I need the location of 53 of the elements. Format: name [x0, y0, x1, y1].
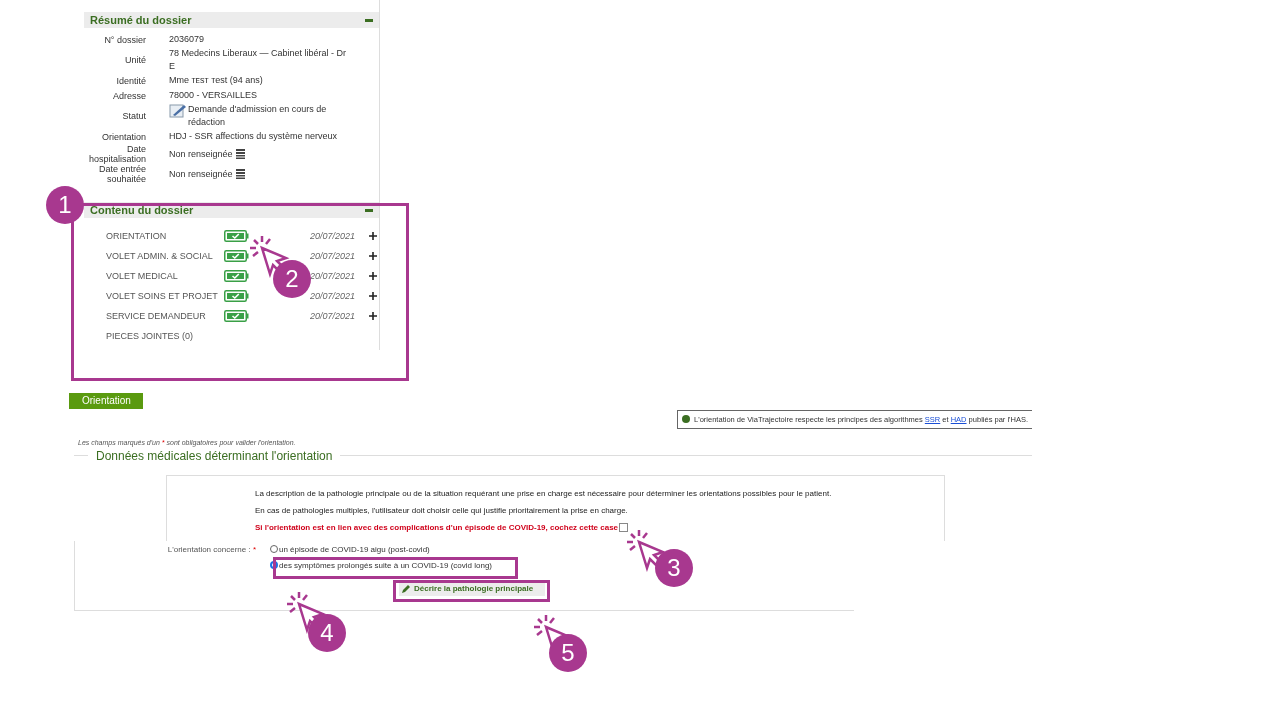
calendar-icon[interactable]	[235, 169, 245, 180]
collapse-icon[interactable]	[365, 208, 373, 212]
field-value: Non renseignée	[169, 148, 233, 159]
pencil-icon	[402, 584, 411, 593]
step-number: 4	[308, 614, 346, 652]
calendar-icon[interactable]	[235, 149, 245, 160]
step-number: 5	[549, 634, 587, 672]
document-pen-icon	[169, 103, 187, 119]
section-heading: Données médicales déterminant l'orientation	[95, 448, 334, 463]
field-value: Demande d'admission en cours de rédaction	[188, 103, 328, 129]
field-label: Date entrée souhaitée	[97, 164, 146, 184]
field-label: Orientation	[100, 131, 146, 142]
step-number: 1	[46, 186, 84, 224]
section-title: Contenu du dossier	[90, 204, 194, 216]
plus-icon[interactable]	[369, 312, 377, 320]
question-label: L'orientation concerne : *	[166, 544, 257, 556]
field-label: Adresse	[111, 90, 146, 101]
step-number: 2	[273, 260, 311, 298]
field-value: 2036079	[169, 34, 205, 44]
field-label: N° dossier	[103, 34, 146, 45]
collapse-icon[interactable]	[365, 18, 373, 22]
step-number: 3	[655, 549, 693, 587]
plus-icon[interactable]	[369, 252, 377, 260]
date-text: 20/07/2021	[309, 271, 355, 281]
date-text: 20/07/2021	[309, 291, 355, 301]
plus-icon[interactable]	[369, 232, 377, 240]
section-link[interactable]: VOLET MEDICAL	[106, 271, 224, 281]
plus-icon[interactable]	[369, 272, 377, 280]
section-link[interactable]: VOLET ADMIN. & SOCIAL	[106, 251, 224, 261]
section-title: Résumé du dossier	[90, 14, 192, 26]
covid-prompt: Si l'orientation est en lien avec des complications d'un épisode de COVID-19, cochez cette case	[255, 522, 619, 532]
plus-icon[interactable]	[369, 292, 377, 300]
date-text: 20/07/2021	[309, 311, 355, 321]
field-label: Unité	[124, 55, 146, 65]
section-link[interactable]: ORIENTATION	[106, 231, 224, 241]
section-link[interactable]: VOLET SOINS ET PROJET	[106, 291, 224, 301]
info-icon	[682, 415, 691, 423]
field-label: Identité	[115, 75, 146, 86]
section-link[interactable]: PIECES JOINTES (0)	[106, 331, 224, 341]
section-link[interactable]: SERVICE DEMANDEUR	[106, 311, 224, 321]
field-value: Non renseignée	[169, 168, 233, 179]
field-value: 78000 - VERSAILLES	[169, 90, 258, 100]
field-value: Mme ᴛᴇsᴛ ᴛest (94 ans)	[169, 75, 263, 85]
field-value: 78 Medecins Liberaux — Cabinet libéral - Dr E	[169, 48, 347, 71]
date-text: 20/07/2021	[309, 251, 355, 261]
covid-checkbox[interactable]	[619, 522, 629, 532]
radio-option[interactable]: un épisode de COVID-19 aigu (post-covid)	[270, 544, 492, 554]
field-value: HDJ - SSR affections du système nerveux	[169, 131, 337, 141]
date-text: 20/07/2021	[309, 231, 355, 241]
instruction-text: En cas de pathologies multiples, l'utilisateur doit choisir celle qui justifie prioritairement la prise en charge.	[255, 505, 629, 515]
field-label: Date hospitalisation	[87, 144, 146, 164]
field-label: Statut	[121, 111, 146, 121]
instruction-text: La description de la pathologie principale ou de la situation requérant une prise en charge est nécessaire pour déterminer les orientations possibles pour le patient.	[255, 488, 833, 498]
